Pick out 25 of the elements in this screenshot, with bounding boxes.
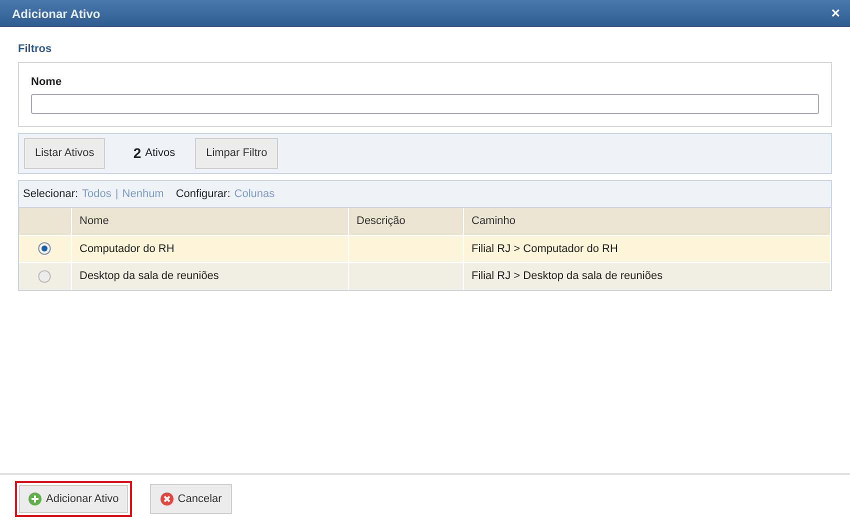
count-label: Ativos	[145, 146, 176, 161]
section-title: Filtros	[18, 42, 52, 57]
table-cell: Filial RJ > Desktop da sala de reuniões	[472, 270, 663, 282]
radio-button[interactable]	[38, 242, 52, 256]
cancel-button[interactable]: Cancelar	[150, 484, 232, 514]
table-cell: Desktop da sala de reuniões	[80, 270, 219, 282]
result-count: 2	[133, 144, 142, 163]
close-icon	[160, 492, 174, 506]
column-header[interactable]: Caminho	[463, 208, 830, 235]
separator: |	[115, 186, 118, 202]
clear-filter-button[interactable]: Limpar Filtro	[195, 138, 278, 168]
close-button[interactable]: ×	[831, 6, 840, 21]
table-cell: Computador do RH	[80, 242, 174, 254]
add-button[interactable]: Adicionar Ativo	[15, 480, 132, 518]
column-header[interactable]: Descrição	[348, 208, 463, 235]
field-label: Nome	[31, 76, 62, 88]
radio-button[interactable]	[38, 270, 52, 283]
configure-label: Configurar:	[176, 186, 230, 202]
table-cell: Filial RJ > Computador do RH	[472, 242, 618, 254]
list-button[interactable]: Listar Ativos	[24, 138, 106, 168]
plus-icon	[28, 492, 42, 506]
select-label: Selecionar:	[23, 186, 78, 202]
window-title: Adicionar Ativo	[12, 6, 100, 22]
name-field[interactable]	[31, 94, 819, 114]
column-header[interactable]: Nome	[71, 208, 348, 235]
